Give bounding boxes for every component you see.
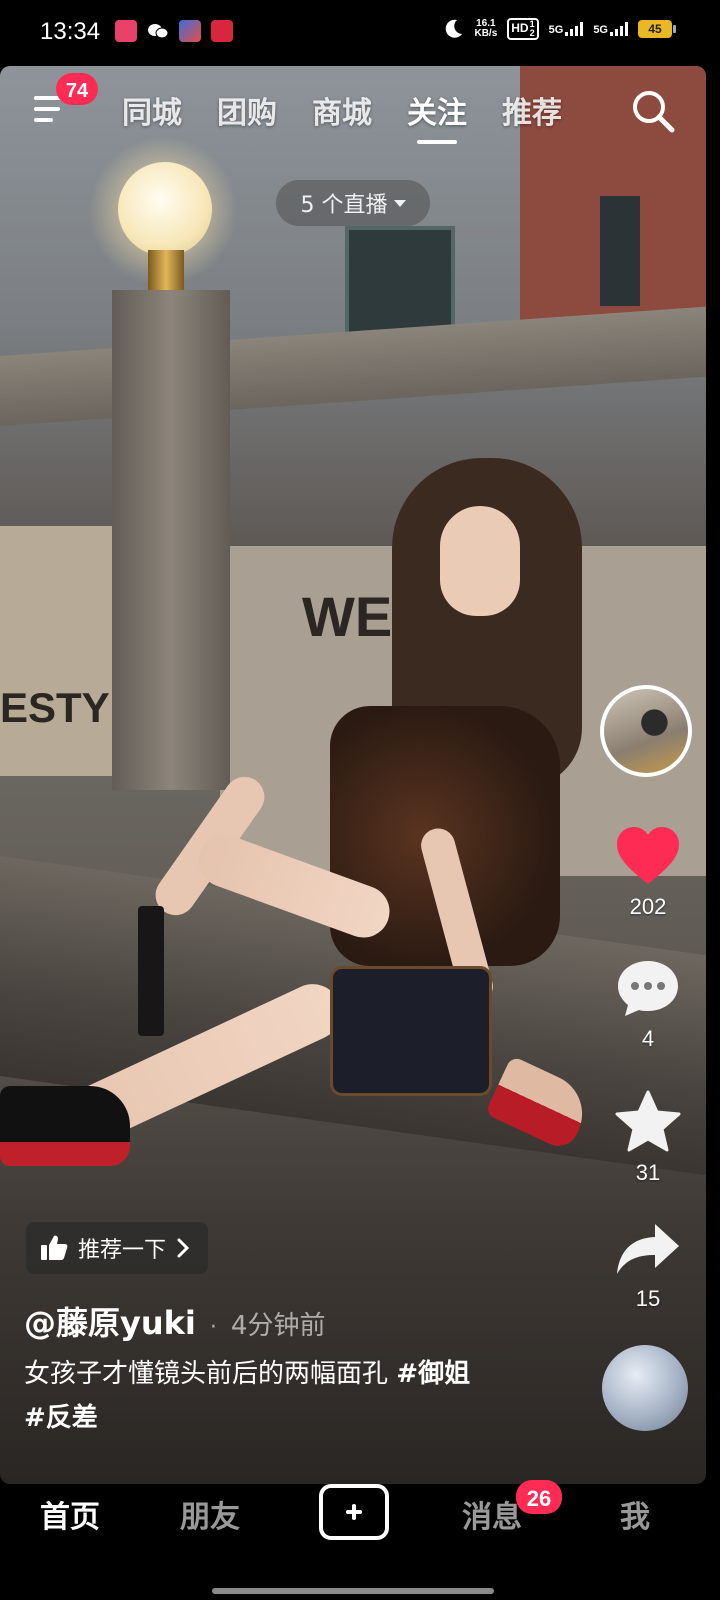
post-time: 4分钟前	[230, 1311, 326, 1341]
live-streams-button[interactable]: 5 个直播	[276, 180, 430, 226]
tab-following[interactable]: 关注	[407, 88, 467, 144]
comment-button[interactable]: 4	[608, 958, 688, 1052]
status-app-icons	[115, 20, 233, 42]
video-lamp-base	[148, 250, 184, 290]
chevron-down-icon	[393, 199, 406, 207]
separator-dot: ·	[209, 1315, 217, 1340]
share-count: 15	[635, 1286, 661, 1311]
battery-level: 45	[648, 22, 662, 36]
signal-label-2: 5G	[593, 24, 608, 36]
hd-sub2: 2	[529, 28, 535, 38]
video-background-window-2	[600, 196, 640, 306]
status-indicators: 16.1 KB/s HD 1 2 5G 5G 45	[442, 18, 676, 40]
messages-badge: 26	[516, 1480, 562, 1514]
signal-5g-1: 5G	[549, 22, 584, 36]
heart-icon	[617, 827, 679, 884]
status-time: 13:34	[40, 18, 101, 45]
thumbs-up-icon	[41, 1235, 68, 1260]
video-person-face	[440, 506, 520, 616]
hd-label: HD	[511, 21, 529, 36]
signal-bars-icon	[565, 22, 584, 36]
gesture-home-bar[interactable]	[212, 1588, 494, 1594]
music-disc[interactable]	[602, 1345, 688, 1431]
like-button[interactable]: 202	[608, 826, 688, 920]
nav-friends[interactable]: 朋友	[180, 1492, 240, 1536]
video-lamp-post	[112, 290, 230, 790]
comment-icon	[618, 961, 678, 1016]
hashtag-1[interactable]: #御姐	[396, 1359, 470, 1389]
app-notification-icon	[179, 20, 201, 42]
tab-mall[interactable]: 商城	[312, 88, 372, 132]
status-bar: 13:34 16.1 KB/s HD 1 2 5G 5G 45	[0, 0, 720, 66]
recommend-button[interactable]: 推荐一下	[26, 1222, 209, 1274]
hd-voice-indicator: HD 1 2	[507, 18, 539, 40]
share-button[interactable]: 15	[608, 1222, 688, 1312]
favorite-button[interactable]: 31	[608, 1090, 688, 1186]
live-streams-label: 5 个直播	[300, 193, 388, 218]
signal-5g-2: 5G	[593, 22, 628, 36]
video-shoe-left	[0, 1086, 130, 1166]
video-handbag	[330, 966, 492, 1096]
nav-messages[interactable]: 消息	[462, 1492, 522, 1536]
caption-text: 女孩子才懂镜头前后的两幅面孔	[24, 1359, 389, 1389]
moon-icon	[446, 19, 463, 38]
tab-recommended[interactable]: 推荐	[502, 88, 562, 132]
share-icon	[617, 1224, 679, 1274]
video-fan	[138, 906, 164, 1036]
app-notification-icon-2	[211, 20, 233, 42]
video-lamp	[118, 162, 212, 256]
author-name[interactable]: @藤原yuki	[24, 1298, 196, 1344]
like-count: 202	[629, 894, 667, 919]
menu-badge: 74	[56, 73, 98, 105]
weibo-notification-icon	[115, 20, 137, 42]
top-tabs: 同城 团购 商城 关注 推荐	[122, 88, 562, 144]
nav-me[interactable]: 我	[620, 1492, 650, 1536]
network-speed: 16.1 KB/s	[474, 19, 497, 39]
post-caption: 女孩子才懂镜头前后的两幅面孔 #御姐 #反差	[24, 1352, 544, 1440]
wechat-notification-icon	[147, 20, 169, 42]
star-icon	[615, 1090, 681, 1152]
favorite-count: 31	[635, 1160, 661, 1185]
tab-same-city[interactable]: 同城	[122, 88, 182, 132]
author-line: @藤原yuki · 4分钟前	[24, 1298, 325, 1344]
signal-label-1: 5G	[548, 24, 564, 36]
comment-count: 4	[641, 1026, 655, 1051]
battery-icon: 45	[638, 20, 676, 38]
author-avatar[interactable]	[600, 685, 692, 777]
tab-group-buy[interactable]: 团购	[217, 88, 277, 132]
create-post-button[interactable]	[319, 1484, 389, 1540]
nav-home[interactable]: 首页	[40, 1492, 100, 1536]
chevron-right-icon	[177, 1238, 190, 1258]
recommend-label: 推荐一下	[78, 1238, 167, 1263]
signal-bars-icon-2	[610, 22, 628, 36]
network-speed-unit: KB/s	[474, 28, 498, 39]
search-icon[interactable]	[630, 88, 676, 134]
hashtag-2[interactable]: #反差	[24, 1403, 98, 1433]
